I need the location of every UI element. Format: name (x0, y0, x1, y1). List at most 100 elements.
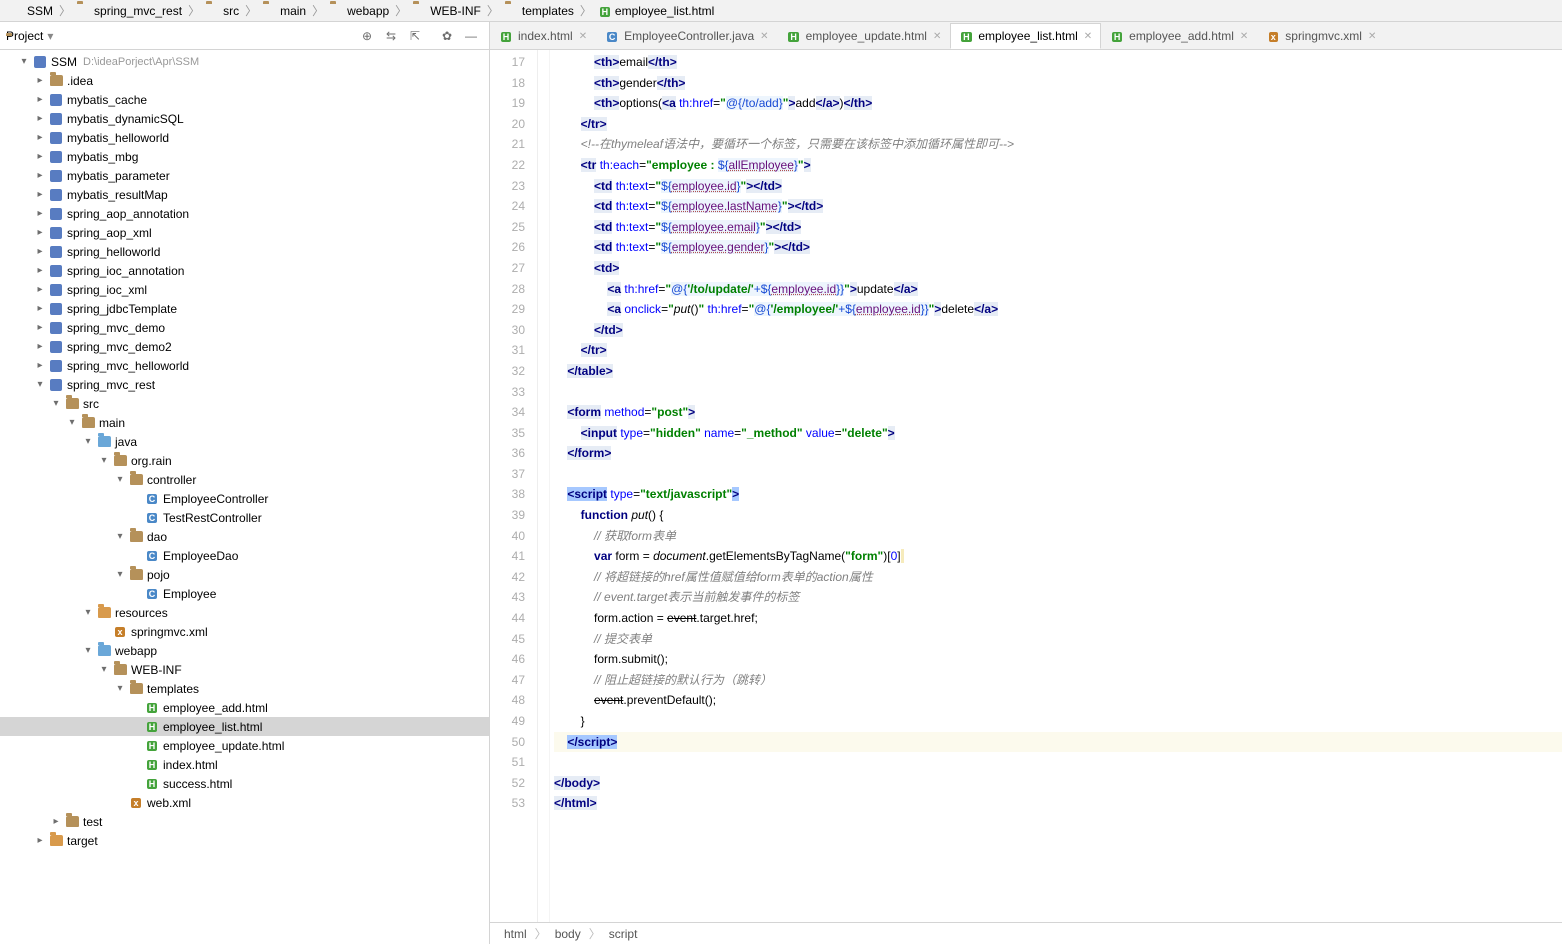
code-line[interactable]: var form = document.getElementsByTagName… (554, 546, 1562, 567)
tree-node[interactable]: ▾webapp (0, 641, 489, 660)
breadcrumb-item[interactable]: spring_mvc_rest (73, 4, 186, 18)
code-line[interactable]: </body> (554, 773, 1562, 794)
breadcrumb-item[interactable]: main (259, 4, 310, 18)
code-line[interactable]: <th>options(<a th:href="@{/to/add}">add<… (554, 93, 1562, 114)
code-line[interactable]: </tr> (554, 340, 1562, 361)
tree-node[interactable]: ▸spring_mvc_demo2 (0, 337, 489, 356)
tree-node[interactable]: ▸mybatis_dynamicSQL (0, 109, 489, 128)
editor-tab[interactable]: employee_add.html✕ (1101, 23, 1257, 49)
code-line[interactable]: // 提交表单 (554, 629, 1562, 650)
chevron-down-icon[interactable]: ▾ (112, 531, 128, 542)
breadcrumb-item[interactable]: employee_list.html (594, 4, 718, 18)
code-line[interactable]: </form> (554, 443, 1562, 464)
expand-all-icon[interactable]: ⇆ (382, 27, 400, 45)
chevron-down-icon[interactable]: ▾ (112, 474, 128, 485)
tree-node[interactable]: ▸spring_helloworld (0, 242, 489, 261)
code-line[interactable]: <tr th:each="employee : ${allEmployee}"> (554, 155, 1562, 176)
code-line[interactable]: // event.target表示当前触发事件的标签 (554, 587, 1562, 608)
code-line[interactable]: </td> (554, 320, 1562, 341)
chevron-down-icon[interactable]: ▾ (64, 417, 80, 428)
locate-icon[interactable]: ⊕ (358, 27, 376, 45)
chevron-down-icon[interactable]: ▾ (80, 436, 96, 447)
code-line[interactable]: <td th:text="${employee.id}"></td> (554, 176, 1562, 197)
chevron-down-icon[interactable]: ▾ (112, 683, 128, 694)
chevron-right-icon[interactable]: ▸ (32, 208, 48, 219)
fold-column[interactable] (538, 50, 550, 922)
code-line[interactable]: <script type="text/javascript"> (554, 484, 1562, 505)
chevron-right-icon[interactable]: ▸ (32, 75, 48, 86)
chevron-down-icon[interactable]: ▾ (80, 645, 96, 656)
code-line[interactable]: // 将超链接的href属性值赋值给form表单的action属性 (554, 567, 1562, 588)
chevron-right-icon[interactable]: ▸ (32, 94, 48, 105)
chevron-right-icon[interactable]: ▸ (32, 246, 48, 257)
tree-node[interactable]: ▾dao (0, 527, 489, 546)
editor-tab[interactable]: employee_list.html✕ (950, 23, 1101, 49)
tree-node[interactable]: ▾resources (0, 603, 489, 622)
chevron-down-icon[interactable]: ▾ (48, 398, 64, 409)
code-line[interactable]: <a th:href="@{'/to/update/'+${employee.i… (554, 279, 1562, 300)
structure-breadcrumb[interactable]: html〉body〉script (490, 922, 1562, 944)
breadcrumb-item[interactable]: SSM (6, 4, 57, 18)
close-icon[interactable]: ✕ (579, 31, 587, 42)
collapse-all-icon[interactable]: ⇱ (406, 27, 424, 45)
tree-node[interactable]: ▾WEB-INF (0, 660, 489, 679)
structure-crumb[interactable]: html (500, 927, 531, 941)
chevron-right-icon[interactable]: ▸ (32, 132, 48, 143)
code-line[interactable]: <td> (554, 258, 1562, 279)
tree-node[interactable]: ▾templates (0, 679, 489, 698)
breadcrumb-item[interactable]: src (202, 4, 243, 18)
code-line[interactable]: event.preventDefault(); (554, 690, 1562, 711)
code-line[interactable]: </tr> (554, 114, 1562, 135)
chevron-right-icon[interactable]: ▸ (32, 303, 48, 314)
close-icon[interactable]: ✕ (1240, 31, 1248, 42)
breadcrumb-item[interactable]: WEB-INF (409, 4, 485, 18)
code-line[interactable]: } (554, 711, 1562, 732)
code-line[interactable]: <input type="hidden" name="_method" valu… (554, 423, 1562, 444)
tree-node[interactable]: Employee (0, 584, 489, 603)
code-line[interactable]: <th>email</th> (554, 52, 1562, 73)
tree-node[interactable]: springmvc.xml (0, 622, 489, 641)
tree-node[interactable]: ▾org.rain (0, 451, 489, 470)
code-line[interactable]: </table> (554, 361, 1562, 382)
tree-node[interactable]: ▸spring_mvc_helloworld (0, 356, 489, 375)
structure-crumb[interactable]: script (605, 927, 642, 941)
code-line[interactable]: <td th:text="${employee.email}"></td> (554, 217, 1562, 238)
tree-node[interactable]: EmployeeDao (0, 546, 489, 565)
tree-node[interactable]: employee_add.html (0, 698, 489, 717)
code-line[interactable]: form.submit(); (554, 649, 1562, 670)
chevron-right-icon[interactable]: ▸ (32, 227, 48, 238)
chevron-right-icon[interactable]: ▸ (32, 189, 48, 200)
tree-node[interactable]: employee_update.html (0, 736, 489, 755)
structure-crumb[interactable]: body (551, 927, 585, 941)
settings-icon[interactable]: ✿ (438, 27, 456, 45)
code-line[interactable]: <td th:text="${employee.gender}"></td> (554, 237, 1562, 258)
tree-node[interactable]: ▸mybatis_cache (0, 90, 489, 109)
tree-node[interactable]: ▾java (0, 432, 489, 451)
chevron-right-icon[interactable]: ▸ (32, 170, 48, 181)
tree-node[interactable]: ▾pojo (0, 565, 489, 584)
chevron-right-icon[interactable]: ▸ (32, 341, 48, 352)
chevron-right-icon[interactable]: ▸ (32, 284, 48, 295)
tree-node[interactable]: ▸mybatis_parameter (0, 166, 489, 185)
tree-node[interactable]: ▸mybatis_resultMap (0, 185, 489, 204)
chevron-right-icon[interactable]: ▸ (32, 265, 48, 276)
tree-node[interactable]: EmployeeController (0, 489, 489, 508)
code-line[interactable]: form.action = event.target.href; (554, 608, 1562, 629)
tree-node[interactable]: ▸spring_ioc_xml (0, 280, 489, 299)
tree-node[interactable]: ▾src (0, 394, 489, 413)
chevron-right-icon[interactable]: ▸ (32, 151, 48, 162)
tree-node[interactable]: TestRestController (0, 508, 489, 527)
chevron-down-icon[interactable]: ▾ (112, 569, 128, 580)
code-body[interactable]: <th>email</th> <th>gender</th> <th>optio… (550, 50, 1562, 922)
chevron-down-icon[interactable]: ▾ (80, 607, 96, 618)
code-line[interactable]: // 阻止超链接的默认行为（跳转） (554, 670, 1562, 691)
code-line[interactable]: </html> (554, 793, 1562, 814)
tree-node[interactable]: ▾spring_mvc_rest (0, 375, 489, 394)
tree-node[interactable]: ▾SSMD:\ideaPorject\Apr\SSM (0, 52, 489, 71)
code-line[interactable]: <!--在thymeleaf语法中，要循环一个标签，只需要在该标签中添加循环属性… (554, 134, 1562, 155)
editor-tab[interactable]: index.html✕ (490, 23, 596, 49)
chevron-down-icon[interactable]: ▾ (96, 455, 112, 466)
chevron-right-icon[interactable]: ▸ (32, 322, 48, 333)
editor-tab[interactable]: springmvc.xml✕ (1257, 23, 1385, 49)
code-line[interactable]: // 获取form表单 (554, 526, 1562, 547)
